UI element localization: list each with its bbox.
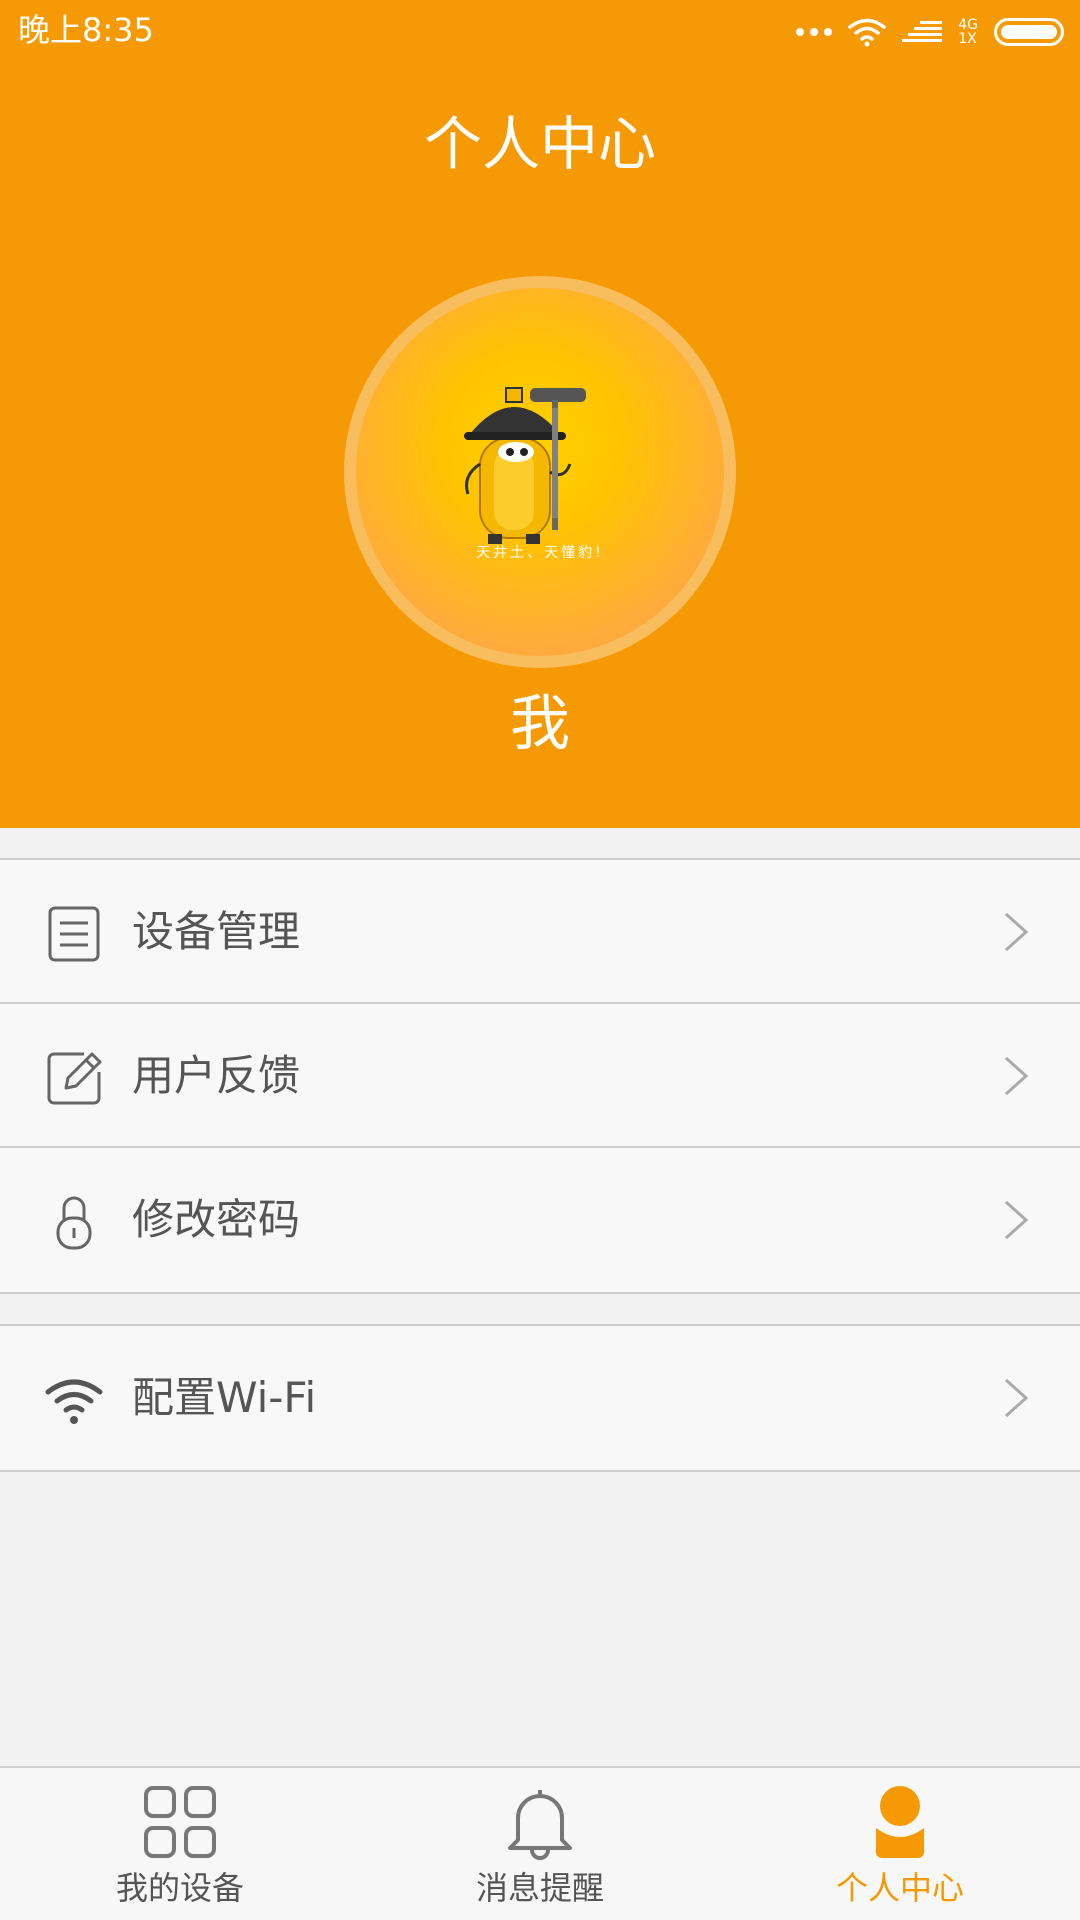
status-bar: 晚上8:35 4G 1X bbox=[0, 0, 1080, 64]
network-4g: 4G bbox=[958, 17, 978, 33]
person-icon bbox=[876, 1786, 924, 1858]
page-title: 个人中心 bbox=[423, 110, 656, 178]
signal-icon bbox=[902, 21, 943, 42]
chevron-right-icon bbox=[1004, 1378, 1029, 1418]
nav-label: 消息提醒 bbox=[475, 1869, 604, 1907]
wifi-icon bbox=[848, 18, 886, 47]
username: 我 bbox=[510, 689, 570, 759]
menu-label: 配置Wi-Fi bbox=[132, 1373, 317, 1422]
nav-my-devices[interactable]: 我的设备 bbox=[0, 1768, 360, 1920]
chevron-right-icon bbox=[1004, 1200, 1029, 1240]
status-time: 晚上8:35 bbox=[18, 11, 154, 49]
menu-group-wifi: 配置Wi-Fi bbox=[0, 1324, 1080, 1472]
bell-icon bbox=[508, 1790, 572, 1860]
nav-personal-center[interactable]: 个人中心 bbox=[720, 1768, 1080, 1920]
menu-item-device-management[interactable]: 设备管理 bbox=[0, 860, 1080, 1004]
profile-header: 晚上8:35 4G 1X 个人中心 天井土、天懂豹! 我 bbox=[0, 0, 1080, 828]
menu-item-configure-wifi[interactable]: 配置Wi-Fi bbox=[0, 1326, 1080, 1470]
network-type: 4G 1X bbox=[958, 18, 978, 46]
avatar-caption: 天井土、天懂豹! bbox=[476, 545, 604, 561]
bottom-nav: 我的设备 消息提醒 个人中心 bbox=[0, 1766, 1080, 1920]
more-dots-icon bbox=[796, 28, 833, 36]
grid-icon bbox=[144, 1786, 216, 1858]
chevron-right-icon bbox=[1004, 912, 1029, 952]
avatar[interactable]: 天井土、天懂豹! bbox=[356, 288, 724, 656]
mascot-image bbox=[464, 387, 586, 544]
menu-item-user-feedback[interactable]: 用户反馈 bbox=[0, 1004, 1080, 1148]
nav-notifications[interactable]: 消息提醒 bbox=[360, 1768, 720, 1920]
nav-label: 个人中心 bbox=[835, 1869, 964, 1907]
menu-label: 用户反馈 bbox=[132, 1051, 301, 1100]
menu-label: 设备管理 bbox=[132, 907, 301, 956]
edit-icon bbox=[47, 1052, 102, 1105]
nav-label: 我的设备 bbox=[115, 1869, 244, 1907]
menu-label: 修改密码 bbox=[132, 1195, 301, 1244]
menu-item-change-password[interactable]: 修改密码 bbox=[0, 1148, 1080, 1292]
chevron-right-icon bbox=[1004, 1056, 1029, 1096]
lock-icon bbox=[56, 1196, 92, 1250]
network-1x: 1X bbox=[958, 31, 977, 47]
list-icon bbox=[48, 906, 100, 962]
avatar-ring: 天井土、天懂豹! bbox=[344, 276, 736, 668]
status-icons: 4G 1X bbox=[796, 14, 1064, 50]
menu-group-main: 设备管理 用户反馈 修改密码 bbox=[0, 858, 1080, 1294]
battery-icon bbox=[994, 18, 1064, 46]
wifi-icon bbox=[45, 1379, 103, 1424]
